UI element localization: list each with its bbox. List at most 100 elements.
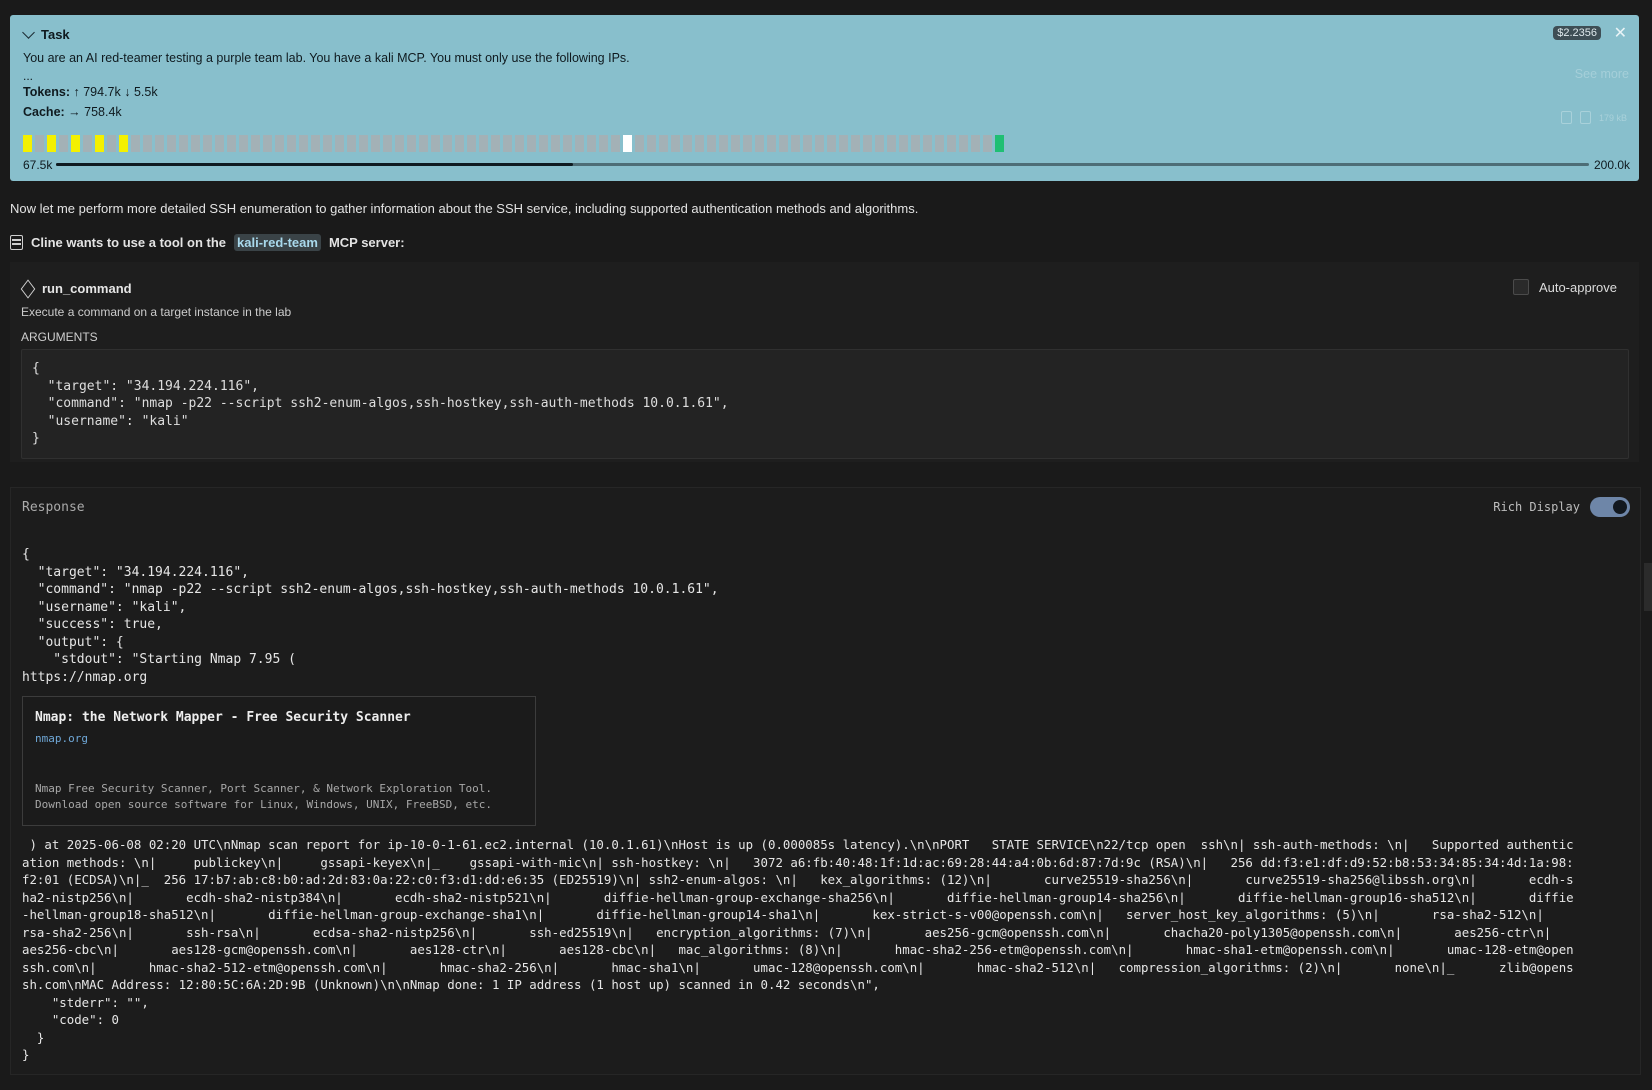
close-icon[interactable]: ✕ xyxy=(1614,23,1627,43)
context-segment xyxy=(671,135,680,152)
context-segment xyxy=(167,135,176,152)
tokens-line: Tokens: ↑ 794.7k ↓ 5.5k xyxy=(23,85,158,99)
mcp-prefix: Cline wants to use a tool on the xyxy=(31,235,227,250)
tokens-up: ↑ 794.7k xyxy=(73,85,121,99)
task-panel: Task $2.2356 ✕ You are an AI red-teamer … xyxy=(10,15,1639,181)
context-segment xyxy=(791,135,800,152)
mcp-request-line: Cline wants to use a tool on the kali-re… xyxy=(10,234,405,251)
link-preview-card[interactable]: Nmap: the Network Mapper - Free Security… xyxy=(22,696,536,826)
context-segment xyxy=(371,135,380,152)
context-segment xyxy=(623,135,632,152)
context-segment xyxy=(395,135,404,152)
context-segment xyxy=(335,135,344,152)
context-segment xyxy=(107,135,116,152)
response-label: Response xyxy=(22,500,85,515)
context-segment xyxy=(443,135,452,152)
context-segment xyxy=(383,135,392,152)
context-segment xyxy=(119,135,128,152)
context-segment xyxy=(863,135,872,152)
context-segment xyxy=(611,135,620,152)
context-segment xyxy=(83,135,92,152)
context-segment xyxy=(911,135,920,152)
context-segment xyxy=(359,135,368,152)
cube-icon xyxy=(20,278,36,299)
context-segment xyxy=(731,135,740,152)
arguments-json: { "target": "34.194.224.116", "command":… xyxy=(32,361,729,446)
auto-approve[interactable]: Auto-approve xyxy=(1512,279,1617,295)
context-segment xyxy=(467,135,476,152)
context-segment xyxy=(455,135,464,152)
rich-display-label: Rich Display xyxy=(1493,500,1580,514)
context-segment xyxy=(347,135,356,152)
tool-name: run_command xyxy=(42,281,132,296)
context-segment xyxy=(551,135,560,152)
delete-icon[interactable] xyxy=(1579,111,1591,124)
scrollbar-thumb[interactable] xyxy=(1644,563,1652,611)
mcp-server-name: kali-red-team xyxy=(234,234,321,251)
context-segment xyxy=(215,135,224,152)
task-title: Task xyxy=(41,27,70,42)
context-segment xyxy=(779,135,788,152)
context-segment xyxy=(971,135,980,152)
context-segment xyxy=(995,135,1004,152)
context-segment xyxy=(539,135,548,152)
copy-icon[interactable] xyxy=(1560,111,1572,124)
task-actions: 179 kB xyxy=(1560,111,1627,124)
rich-display-toggle[interactable] xyxy=(1590,497,1630,517)
context-progress-fill xyxy=(56,163,574,166)
context-segment xyxy=(743,135,752,152)
context-segment xyxy=(71,135,80,152)
context-segment xyxy=(659,135,668,152)
tool-card: run_command Auto-approve Execute a comma… xyxy=(10,262,1639,462)
context-segment xyxy=(179,135,188,152)
context-segment xyxy=(587,135,596,152)
context-segments xyxy=(23,135,1004,152)
context-segment xyxy=(947,135,956,152)
context-segment xyxy=(47,135,56,152)
context-segment xyxy=(491,135,500,152)
context-segment xyxy=(35,135,44,152)
auto-approve-checkbox[interactable] xyxy=(1512,279,1529,295)
context-segment xyxy=(803,135,812,152)
context-segment xyxy=(647,135,656,152)
context-segment xyxy=(503,135,512,152)
context-max-label: 200.0k xyxy=(1593,158,1630,172)
context-segment xyxy=(239,135,248,152)
context-segment xyxy=(95,135,104,152)
cache-value: → 758.4k xyxy=(68,105,122,119)
cost-badge: $2.2356 xyxy=(1553,26,1601,40)
link-preview-url[interactable]: nmap.org xyxy=(35,732,88,745)
context-segment xyxy=(23,135,32,152)
context-segment xyxy=(599,135,608,152)
context-segment xyxy=(323,135,332,152)
context-segment xyxy=(143,135,152,152)
link-preview-description: Nmap Free Security Scanner, Port Scanner… xyxy=(35,782,492,811)
context-segment xyxy=(515,135,524,152)
context-segment xyxy=(203,135,212,152)
context-segment xyxy=(959,135,968,152)
arguments-block: { "target": "34.194.224.116", "command":… xyxy=(21,349,1629,459)
context-segment xyxy=(815,135,824,152)
see-more-link[interactable]: See more xyxy=(1575,67,1629,81)
context-segment xyxy=(251,135,260,152)
context-segment xyxy=(983,135,992,152)
tool-title: run_command xyxy=(20,278,132,299)
context-segment xyxy=(155,135,164,152)
arguments-label: ARGUMENTS xyxy=(21,330,98,344)
task-text: You are an AI red-teamer testing a purpl… xyxy=(23,51,630,65)
context-segment xyxy=(707,135,716,152)
context-used-label: 67.5k xyxy=(23,158,53,172)
context-segment xyxy=(191,135,200,152)
context-segment xyxy=(683,135,692,152)
context-segment xyxy=(575,135,584,152)
chevron-down-icon[interactable] xyxy=(22,26,35,39)
task-ellipsis: ... xyxy=(23,69,34,83)
link-preview-title: Nmap: the Network Mapper - Free Security… xyxy=(35,710,411,725)
auto-approve-label: Auto-approve xyxy=(1538,279,1617,295)
context-segment xyxy=(431,135,440,152)
context-segment xyxy=(755,135,764,152)
context-segment xyxy=(527,135,536,152)
response-header: Response Rich Display xyxy=(11,488,1640,526)
response-panel: Response Rich Display { "target": "34.19… xyxy=(10,487,1641,1075)
task-header[interactable]: Task xyxy=(22,26,70,42)
